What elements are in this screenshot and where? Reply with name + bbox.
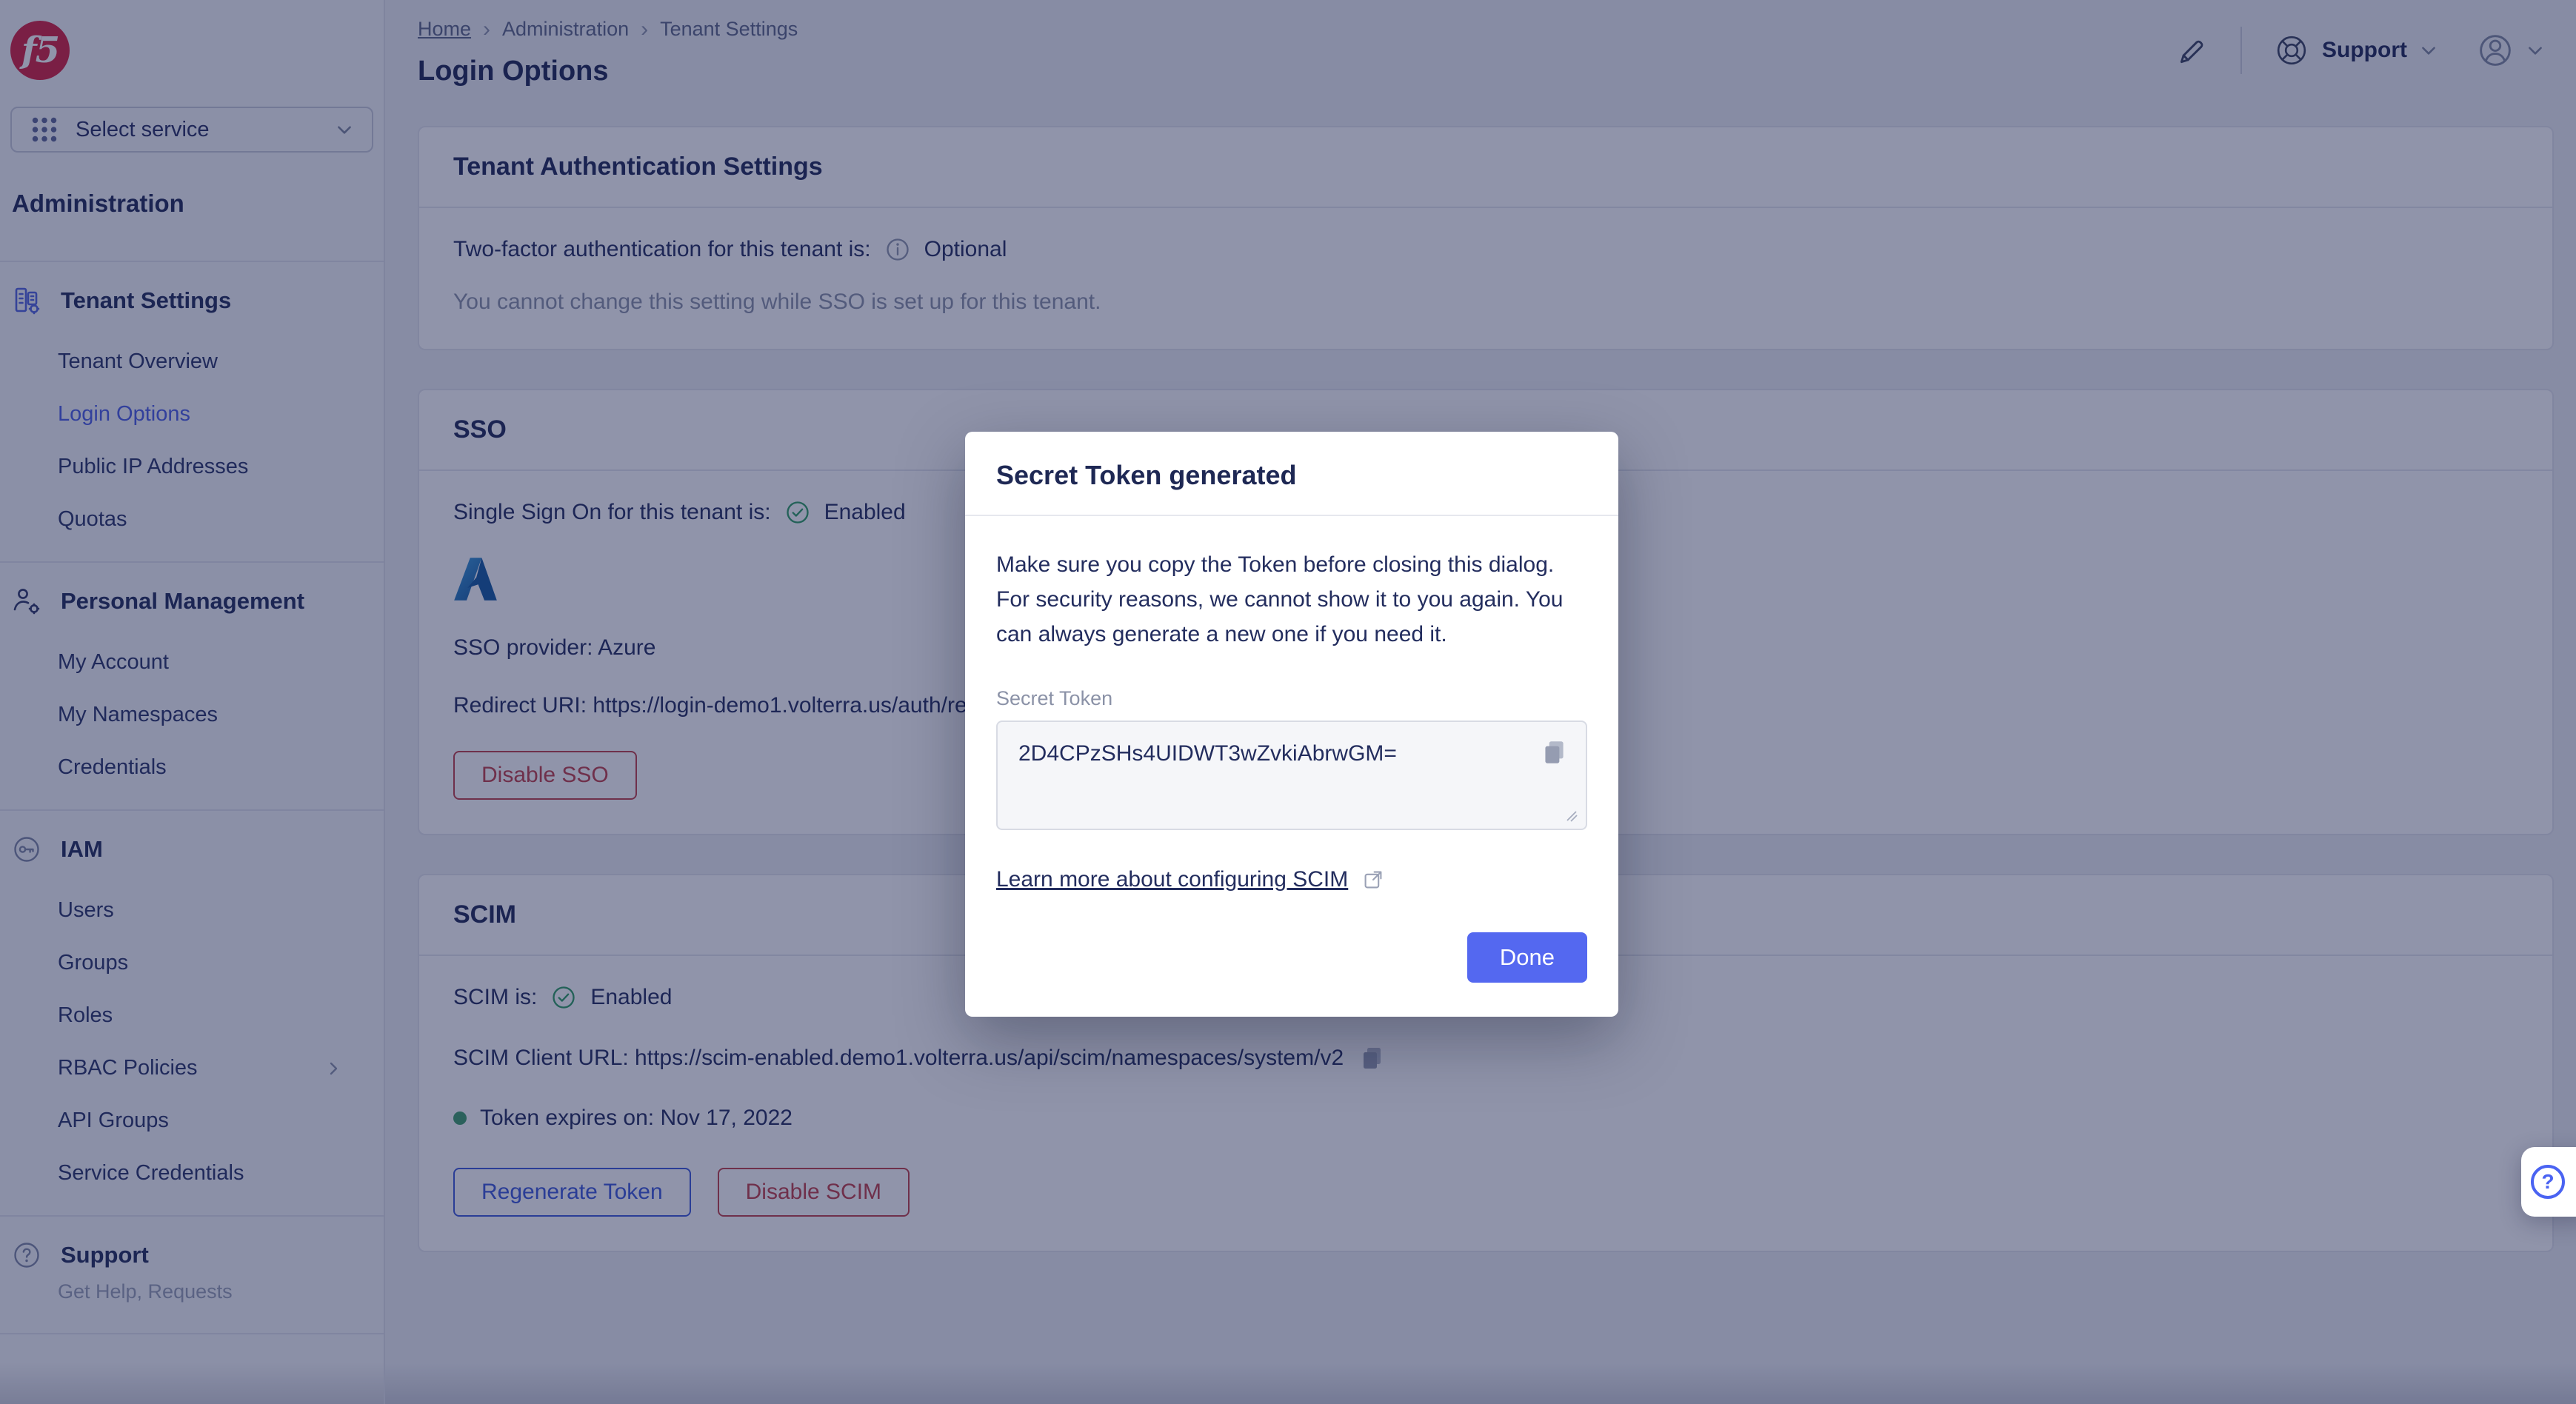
- learn-more-link[interactable]: Learn more about configuring SCIM: [996, 867, 1348, 892]
- modal-body-text: Make sure you copy the Token before clos…: [996, 547, 1587, 652]
- question-circle-icon: ?: [2531, 1165, 2565, 1199]
- secret-token-label: Secret Token: [996, 687, 1587, 710]
- copy-icon[interactable]: [1538, 737, 1569, 768]
- secret-token-value: 2D4CPzSHs4UIDWT3wZvkiAbrwGM=: [1018, 741, 1397, 766]
- done-button[interactable]: Done: [1467, 932, 1587, 983]
- modal-title: Secret Token generated: [965, 432, 1618, 516]
- secret-token-modal: Secret Token generated Make sure you cop…: [965, 432, 1618, 1017]
- secret-token-field[interactable]: 2D4CPzSHs4UIDWT3wZvkiAbrwGM=: [996, 721, 1587, 830]
- resize-handle[interactable]: [1565, 809, 1578, 823]
- help-fab-button[interactable]: ?: [2521, 1147, 2576, 1217]
- external-link-icon: [1361, 868, 1385, 892]
